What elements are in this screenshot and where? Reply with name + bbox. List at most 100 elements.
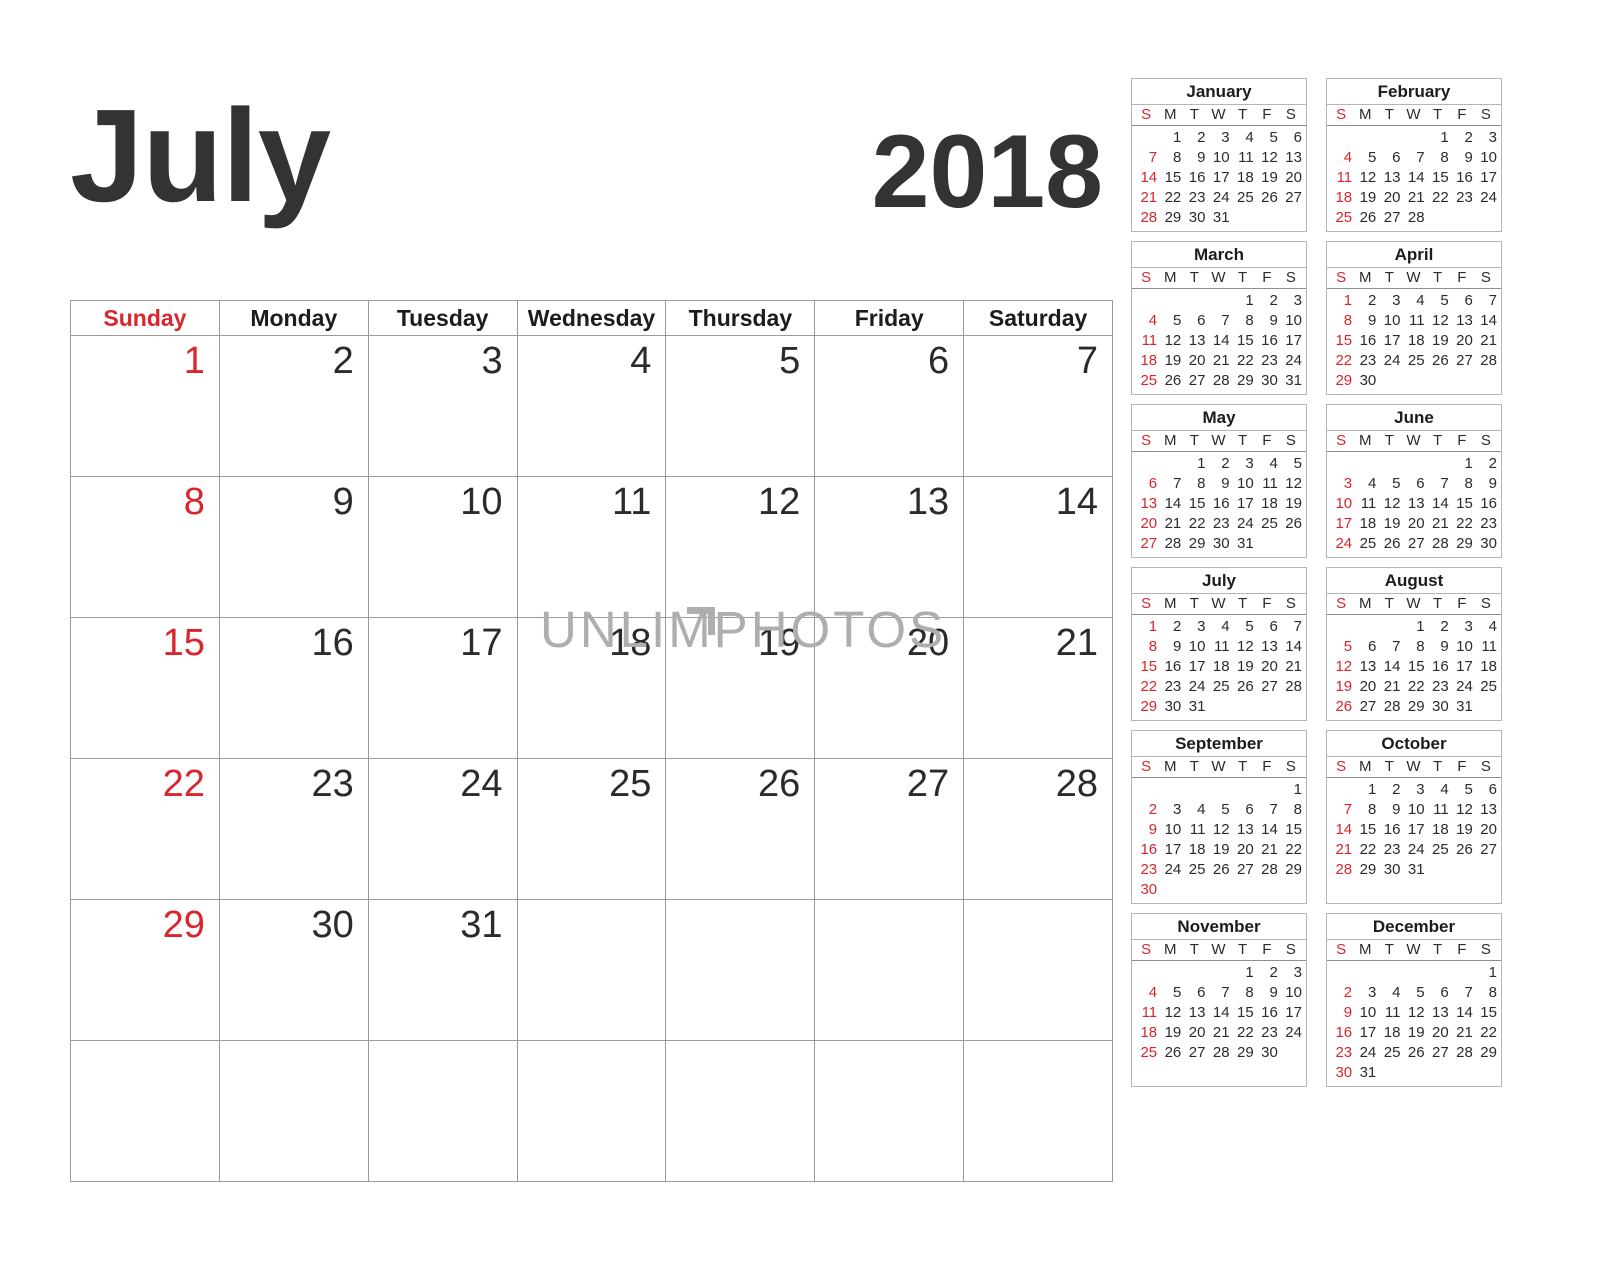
mini-day-25[interactable]: 25 — [1353, 534, 1377, 554]
mini-day-empty[interactable] — [1206, 880, 1230, 900]
mini-day-11[interactable]: 11 — [1182, 820, 1206, 840]
mini-day-8[interactable]: 8 — [1134, 637, 1158, 657]
mini-day-9[interactable]: 9 — [1329, 1003, 1353, 1023]
mini-day-27[interactable]: 27 — [1353, 697, 1377, 717]
mini-day-empty[interactable] — [1426, 963, 1450, 983]
mini-day-18[interactable]: 18 — [1329, 188, 1353, 208]
mini-day-18[interactable]: 18 — [1206, 657, 1230, 677]
mini-day-12[interactable]: 12 — [1353, 168, 1377, 188]
mini-day-27[interactable]: 27 — [1279, 188, 1303, 208]
mini-day-16[interactable]: 16 — [1329, 1023, 1353, 1043]
mini-day-empty[interactable] — [1353, 963, 1377, 983]
mini-day-12[interactable]: 12 — [1158, 331, 1182, 351]
mini-day-7[interactable]: 7 — [1450, 983, 1474, 1003]
mini-day-9[interactable]: 9 — [1182, 148, 1206, 168]
mini-day-empty[interactable] — [1279, 697, 1303, 717]
mini-day-25[interactable]: 25 — [1426, 840, 1450, 860]
mini-day-17[interactable]: 17 — [1474, 168, 1498, 188]
mini-day-7[interactable]: 7 — [1206, 983, 1230, 1003]
mini-day-5[interactable]: 5 — [1450, 780, 1474, 800]
day-cell-9[interactable]: 9 — [219, 477, 369, 618]
mini-day-3[interactable]: 3 — [1231, 454, 1255, 474]
mini-day-15[interactable]: 15 — [1450, 494, 1474, 514]
mini-day-22[interactable]: 22 — [1231, 351, 1255, 371]
mini-day-3[interactable]: 3 — [1353, 983, 1377, 1003]
mini-day-empty[interactable] — [1255, 880, 1279, 900]
mini-day-12[interactable]: 12 — [1377, 494, 1401, 514]
mini-day-10[interactable]: 10 — [1158, 820, 1182, 840]
mini-day-13[interactable]: 13 — [1182, 331, 1206, 351]
mini-day-2[interactable]: 2 — [1206, 454, 1230, 474]
mini-day-13[interactable]: 13 — [1450, 311, 1474, 331]
mini-day-22[interactable]: 22 — [1450, 514, 1474, 534]
day-cell-30[interactable]: 30 — [219, 900, 369, 1041]
mini-day-28[interactable]: 28 — [1377, 697, 1401, 717]
mini-day-17[interactable]: 17 — [1377, 331, 1401, 351]
mini-day-28[interactable]: 28 — [1329, 860, 1353, 880]
mini-day-empty[interactable] — [1401, 963, 1425, 983]
mini-day-22[interactable]: 22 — [1279, 840, 1303, 860]
day-cell-14[interactable]: 14 — [964, 477, 1114, 618]
mini-day-18[interactable]: 18 — [1474, 657, 1498, 677]
mini-day-empty[interactable] — [1377, 454, 1401, 474]
mini-day-23[interactable]: 23 — [1426, 677, 1450, 697]
mini-day-empty[interactable] — [1401, 128, 1425, 148]
mini-day-29[interactable]: 29 — [1279, 860, 1303, 880]
mini-day-empty[interactable] — [1474, 860, 1498, 880]
mini-day-15[interactable]: 15 — [1329, 331, 1353, 351]
mini-calendar-april[interactable]: April S M T W T F S 1 2 3 4 5 6 7 8 9 10 11 12 13 14 15 16 17 18 1… — [1326, 241, 1502, 395]
mini-day-20[interactable]: 20 — [1401, 514, 1425, 534]
day-cell-15[interactable]: 15 — [71, 618, 220, 759]
mini-day-31[interactable]: 31 — [1182, 697, 1206, 717]
mini-day-9[interactable]: 9 — [1255, 983, 1279, 1003]
mini-calendar-august[interactable]: August S M T W T F S 1 2 3 4 5 6 7 8 9 10 11 12 13 14 15 16 17 18… — [1326, 567, 1502, 721]
mini-day-5[interactable]: 5 — [1158, 983, 1182, 1003]
mini-day-30[interactable]: 30 — [1377, 860, 1401, 880]
mini-day-26[interactable]: 26 — [1401, 1043, 1425, 1063]
mini-day-11[interactable]: 11 — [1206, 637, 1230, 657]
mini-day-6[interactable]: 6 — [1426, 983, 1450, 1003]
mini-day-19[interactable]: 19 — [1426, 331, 1450, 351]
mini-day-25[interactable]: 25 — [1182, 860, 1206, 880]
mini-day-24[interactable]: 24 — [1474, 188, 1498, 208]
mini-day-empty[interactable] — [1474, 697, 1498, 717]
mini-day-13[interactable]: 13 — [1279, 148, 1303, 168]
mini-day-19[interactable]: 19 — [1353, 188, 1377, 208]
mini-day-25[interactable]: 25 — [1134, 1043, 1158, 1063]
mini-day-8[interactable]: 8 — [1329, 311, 1353, 331]
mini-day-13[interactable]: 13 — [1401, 494, 1425, 514]
mini-day-22[interactable]: 22 — [1329, 351, 1353, 371]
mini-day-19[interactable]: 19 — [1255, 168, 1279, 188]
mini-day-26[interactable]: 26 — [1158, 371, 1182, 391]
mini-day-17[interactable]: 17 — [1450, 657, 1474, 677]
mini-day-19[interactable]: 19 — [1206, 840, 1230, 860]
mini-day-25[interactable]: 25 — [1255, 514, 1279, 534]
mini-day-15[interactable]: 15 — [1401, 657, 1425, 677]
mini-day-2[interactable]: 2 — [1353, 291, 1377, 311]
mini-day-2[interactable]: 2 — [1474, 454, 1498, 474]
mini-day-8[interactable]: 8 — [1231, 311, 1255, 331]
mini-day-empty[interactable] — [1231, 880, 1255, 900]
mini-day-22[interactable]: 22 — [1401, 677, 1425, 697]
mini-day-19[interactable]: 19 — [1158, 1023, 1182, 1043]
mini-day-19[interactable]: 19 — [1279, 494, 1303, 514]
mini-day-28[interactable]: 28 — [1450, 1043, 1474, 1063]
mini-day-26[interactable]: 26 — [1279, 514, 1303, 534]
mini-day-21[interactable]: 21 — [1255, 840, 1279, 860]
day-cell-13[interactable]: 13 — [815, 477, 965, 618]
mini-day-4[interactable]: 4 — [1401, 291, 1425, 311]
day-cell-6[interactable]: 6 — [815, 336, 965, 477]
mini-day-17[interactable]: 17 — [1158, 840, 1182, 860]
mini-day-empty[interactable] — [1279, 880, 1303, 900]
mini-day-6[interactable]: 6 — [1353, 637, 1377, 657]
mini-day-3[interactable]: 3 — [1279, 291, 1303, 311]
mini-day-21[interactable]: 21 — [1426, 514, 1450, 534]
mini-day-6[interactable]: 6 — [1182, 311, 1206, 331]
mini-day-empty[interactable] — [1158, 963, 1182, 983]
mini-day-11[interactable]: 11 — [1474, 637, 1498, 657]
mini-day-27[interactable]: 27 — [1401, 534, 1425, 554]
mini-day-21[interactable]: 21 — [1158, 514, 1182, 534]
day-cell-empty[interactable] — [517, 1041, 667, 1182]
mini-day-7[interactable]: 7 — [1401, 148, 1425, 168]
mini-day-25[interactable]: 25 — [1474, 677, 1498, 697]
